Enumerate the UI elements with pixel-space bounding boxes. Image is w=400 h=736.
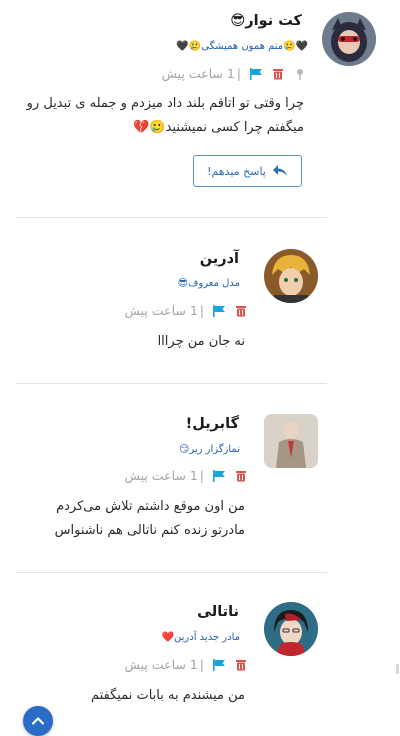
author-name[interactable]: گابریل! bbox=[186, 416, 239, 432]
comment-text: نه جان من چرااا bbox=[5, 330, 245, 354]
flag-icon[interactable] bbox=[212, 303, 226, 317]
comment-time-separator: | bbox=[199, 302, 204, 318]
trash-icon[interactable] bbox=[234, 468, 248, 482]
comment-item: آدرین مدل معروف😎 | 1 ساعت پیش نه جان من … bbox=[0, 218, 400, 384]
avatar[interactable] bbox=[264, 249, 318, 303]
comment-time: 1 ساعت پیش bbox=[124, 656, 198, 672]
comment-time: 1 ساعت پیش bbox=[124, 467, 198, 483]
trash-icon[interactable] bbox=[234, 303, 248, 317]
flag-icon[interactable] bbox=[249, 66, 263, 80]
flag-icon[interactable] bbox=[212, 657, 226, 671]
comment-text: چرا وقتی تو اتاقم بلند داد میزدم و جمله … bbox=[4, 92, 304, 140]
comment-meta: | 1 ساعت پیش bbox=[119, 467, 248, 483]
comment-text-line: من میشندم به بابات نمیگفتم bbox=[90, 688, 245, 703]
reply-arrow-icon bbox=[272, 165, 287, 176]
scroll-to-top-button[interactable] bbox=[23, 706, 53, 736]
author-subtitle: مادر جدید آدرین❤️ bbox=[161, 632, 240, 643]
flag-icon[interactable] bbox=[212, 468, 226, 482]
comment-text-line: مادرتو زنده کنم ناتالی هم ناشنواس bbox=[54, 523, 245, 538]
author-name[interactable]: آدرین bbox=[200, 251, 239, 267]
trash-icon[interactable] bbox=[271, 66, 285, 80]
comment-text: من اون موقع داشتم تلاش می‌کردم مادرتو زن… bbox=[5, 495, 245, 543]
trash-icon[interactable] bbox=[234, 657, 248, 671]
pin-icon[interactable] bbox=[293, 66, 307, 80]
comment-meta: | 1 ساعت پیش bbox=[156, 65, 307, 81]
comment-text-line: چرا وقتی تو اتاقم بلند داد میزدم و جمله … bbox=[26, 96, 304, 111]
scrollbar-thumb[interactable] bbox=[396, 664, 399, 674]
comment-item: ناتالی مادر جدید آدرین❤️ | 1 ساعت پیش من… bbox=[0, 573, 400, 736]
comment-meta: | 1 ساعت پیش bbox=[119, 302, 248, 318]
avatar[interactable] bbox=[322, 12, 376, 66]
comment-time-separator: | bbox=[199, 467, 204, 483]
chevron-up-icon bbox=[31, 717, 45, 725]
avatar[interactable] bbox=[264, 602, 318, 656]
comment-item: گابریل! نمازگزار ریر😏 | 1 ساعت پیش من او… bbox=[0, 384, 400, 573]
author-subtitle: مدل معروف😎 bbox=[177, 278, 240, 289]
comment-text: من میشندم به بابات نمیگفتم bbox=[5, 684, 245, 708]
comment-text-line: میگفتم چرا کسی نمیشنید🥲💔 bbox=[133, 120, 304, 135]
comment-time-separator: | bbox=[236, 65, 241, 81]
reply-button[interactable]: پاسخ میدهم! bbox=[193, 155, 302, 187]
author-subtitle: نمازگزار ریر😏 bbox=[178, 444, 240, 455]
reply-button-label: پاسخ میدهم! bbox=[207, 164, 266, 178]
comment-item: کت نوار😎 🖤🥲منم همون همیشگی🥲🖤 | 1 ساعت پی… bbox=[0, 0, 400, 218]
author-name[interactable]: کت نوار😎 bbox=[230, 13, 302, 29]
comment-time-separator: | bbox=[199, 656, 204, 672]
avatar[interactable] bbox=[264, 414, 318, 468]
comment-text-line: من اون موقع داشتم تلاش می‌کردم bbox=[56, 499, 245, 514]
author-name[interactable]: ناتالی bbox=[197, 604, 239, 620]
comment-time: 1 ساعت پیش bbox=[161, 65, 235, 81]
comment-text-line: نه جان من چرااا bbox=[157, 334, 245, 349]
author-subtitle: 🖤🥲منم همون همیشگی🥲🖤 bbox=[176, 41, 308, 52]
comment-meta: | 1 ساعت پیش bbox=[119, 656, 248, 672]
comment-time: 1 ساعت پیش bbox=[124, 302, 198, 318]
